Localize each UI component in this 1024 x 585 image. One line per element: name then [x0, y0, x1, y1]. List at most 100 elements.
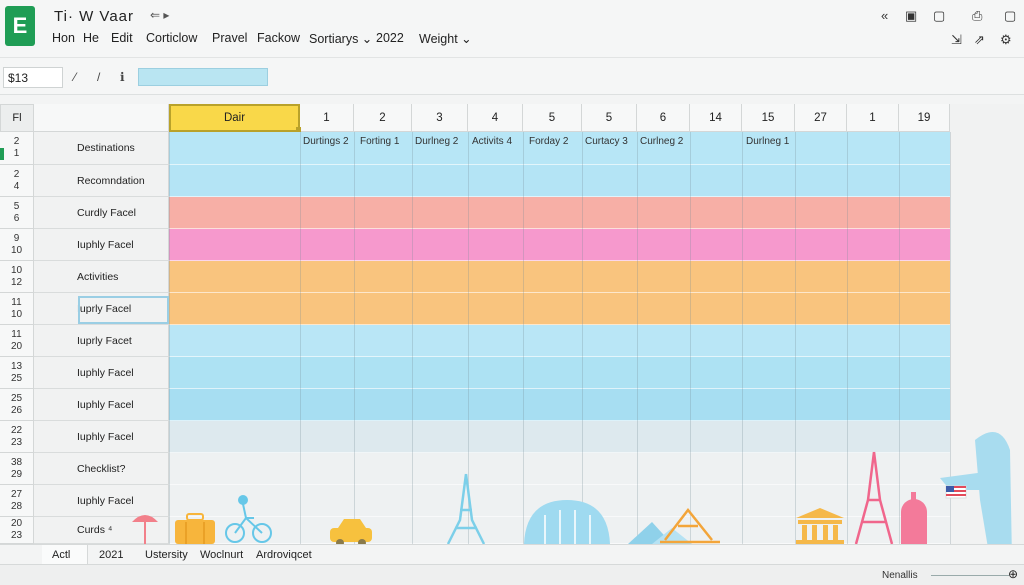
cell-value[interactable]: Activits 4: [472, 136, 512, 147]
column-header[interactable]: 5: [523, 104, 582, 132]
row-header[interactable]: 11 10: [0, 293, 34, 325]
column-header[interactable]: 3: [412, 104, 468, 132]
row-header[interactable]: 9 10: [0, 229, 34, 261]
sheet-tab-actl[interactable]: Actl: [42, 545, 88, 564]
cell-value[interactable]: Curlneg 2: [640, 136, 683, 147]
row-number: 12: [10, 276, 23, 288]
share-icon[interactable]: ⎙: [972, 8, 982, 24]
row-label[interactable]: Iuprly Facet: [34, 325, 169, 357]
row-label[interactable]: Curdly Facel: [34, 197, 169, 229]
menu-sortiarys[interactable]: Sortiarys ⌄: [309, 31, 372, 46]
row-band: [169, 293, 950, 325]
collapse-icon[interactable]: «: [881, 8, 888, 23]
row-label[interactable]: Iuphly Facel: [34, 421, 169, 453]
row-header[interactable]: 25 26: [0, 389, 34, 421]
column-header[interactable]: 14: [690, 104, 742, 132]
row-header[interactable]: 11 20: [0, 325, 34, 357]
zoom-slider[interactable]: [931, 575, 1009, 576]
row-header[interactable]: 10 12: [0, 261, 34, 293]
active-row-marker: [0, 148, 4, 160]
sheet-tab-ardroviqcet[interactable]: Ardroviqcet: [246, 545, 322, 564]
menu-pravel[interactable]: Pravel: [212, 31, 247, 45]
menu-edit[interactable]: Edit: [111, 31, 133, 45]
row-label[interactable]: Recomndation: [34, 165, 169, 197]
selected-cell[interactable]: [78, 296, 169, 324]
row-number: 13: [10, 360, 23, 372]
menu-corticlow[interactable]: Corticlow: [146, 31, 197, 45]
gridline: [169, 132, 170, 544]
row-label[interactable]: Iuphly Facel: [34, 485, 169, 517]
cell-value[interactable]: Forting 1: [360, 136, 399, 147]
menu-he[interactable]: He: [83, 31, 99, 45]
confirm-icon[interactable]: /: [97, 70, 100, 84]
cursor-icon[interactable]: ⇲: [951, 32, 962, 48]
row-number: 23: [10, 436, 23, 448]
gridline: [690, 132, 691, 544]
settings-icon[interactable]: ⚙: [1000, 32, 1012, 48]
fill-handle[interactable]: [296, 127, 301, 132]
cell-value[interactable]: Curtacy 3: [585, 136, 628, 147]
zoom-in-icon[interactable]: ⊕: [1008, 567, 1018, 581]
row-label[interactable]: Destinations: [34, 132, 169, 165]
row-label[interactable]: Iuphly Facel: [34, 389, 169, 421]
row-label[interactable]: Activities: [34, 261, 169, 293]
status-mode: Nenallis: [882, 570, 918, 581]
gridline: [582, 132, 583, 544]
maximize-icon[interactable]: ▢: [1004, 8, 1016, 24]
formula-input[interactable]: [138, 68, 268, 86]
column-header[interactable]: 1: [300, 104, 354, 132]
undo-redo-icons[interactable]: ⇐ ▸: [150, 8, 169, 22]
column-header[interactable]: 2: [354, 104, 412, 132]
row-header[interactable]: 38 29: [0, 453, 34, 485]
select-all-corner[interactable]: Fl: [0, 104, 34, 132]
row-header[interactable]: 56: [0, 197, 34, 229]
row-band: [169, 517, 950, 544]
row-band: [169, 357, 950, 389]
row-number: 22: [10, 424, 23, 436]
paint-icon[interactable]: ⇗: [974, 32, 985, 48]
row-band: [169, 261, 950, 293]
sheet-tab-2021[interactable]: 2021: [89, 545, 133, 564]
cell-value[interactable]: Durlneg 1: [746, 136, 789, 147]
column-header[interactable]: 19: [899, 104, 950, 132]
column-header[interactable]: Dair: [169, 104, 300, 132]
row-number: 5: [13, 200, 20, 212]
row-header[interactable]: 24: [0, 165, 34, 197]
menu-weight[interactable]: Weight ⌄: [419, 31, 472, 46]
function-icon[interactable]: ℹ: [120, 70, 125, 84]
comment-icon[interactable]: ▢: [933, 8, 945, 24]
row-label[interactable]: Curds ⁴: [34, 517, 169, 544]
menu-fackow[interactable]: Fackow: [257, 31, 300, 45]
column-header[interactable]: 27: [795, 104, 847, 132]
sheet-tab-woclnurt[interactable]: Woclnurt: [190, 545, 253, 564]
row-number: 2: [13, 136, 20, 147]
column-header[interactable]: 1: [847, 104, 899, 132]
cell-value[interactable]: Forday 2: [529, 136, 568, 147]
menu-2022[interactable]: 2022: [376, 31, 404, 45]
cell-value[interactable]: Durlneg 2: [415, 136, 458, 147]
row-header[interactable]: 20 23: [0, 517, 34, 544]
app-logo: E: [5, 6, 35, 46]
ribbon-icon[interactable]: ▣: [905, 8, 917, 24]
menu-hon[interactable]: Hon: [52, 31, 75, 45]
row-header[interactable]: 21: [0, 132, 34, 165]
column-header[interactable]: 4: [468, 104, 523, 132]
row-band: [169, 421, 950, 453]
row-number: 10: [10, 264, 23, 276]
row-label[interactable]: Iuphly Facel: [34, 229, 169, 261]
row-label[interactable]: Iuphly Facel: [34, 357, 169, 389]
cell-value[interactable]: Durtings 2: [303, 136, 349, 147]
column-header[interactable]: 15: [742, 104, 795, 132]
column-header-a[interactable]: [34, 104, 169, 132]
cancel-icon[interactable]: ⁄: [74, 70, 76, 84]
column-header[interactable]: 6: [637, 104, 690, 132]
row-label[interactable]: Checklist?: [34, 453, 169, 485]
sheet-tab-ustersity[interactable]: Ustersity: [135, 545, 198, 564]
row-band: [169, 485, 950, 517]
row-header[interactable]: 22 23: [0, 421, 34, 453]
column-header[interactable]: 5: [582, 104, 637, 132]
row-header[interactable]: 13 25: [0, 357, 34, 389]
row-header[interactable]: 27 28: [0, 485, 34, 517]
gridline: [354, 132, 355, 544]
name-box[interactable]: $13: [3, 67, 63, 88]
